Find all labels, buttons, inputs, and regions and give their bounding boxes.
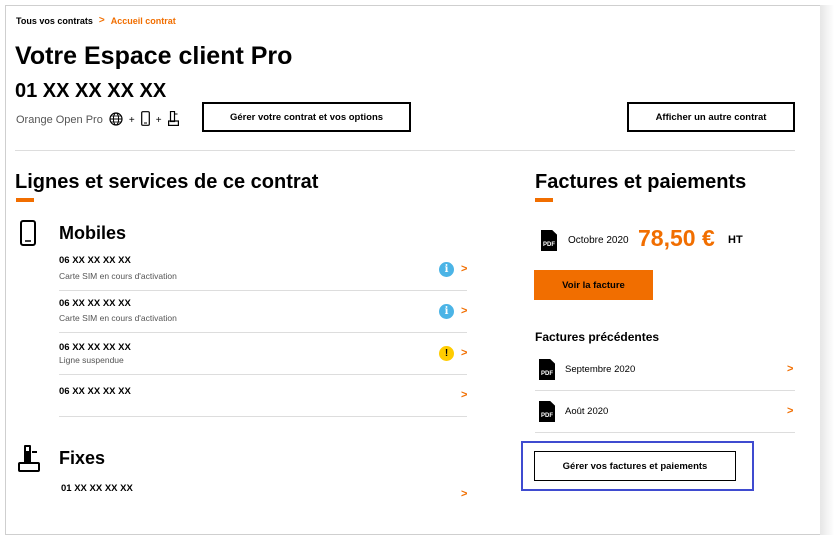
view-bill-button[interactable]: Voir la facture (534, 270, 653, 300)
chevron-right-icon: > (461, 305, 468, 317)
bills-section-title: Factures et paiements (535, 171, 747, 193)
mobile-icon (20, 220, 36, 251)
line-number: 06 XX XX XX XX (59, 342, 131, 353)
chevron-right-icon: > (461, 488, 468, 500)
bill-amount: 78,50 € (638, 225, 715, 251)
row-divider (59, 290, 467, 291)
title-accent (535, 198, 553, 202)
mobiles-heading: Mobiles (59, 223, 127, 243)
chevron-right-icon: > (787, 363, 794, 375)
line-status: Carte SIM en cours d'activation (59, 271, 177, 281)
row-divider (59, 374, 467, 375)
bill-month: Octobre 2020 (568, 235, 629, 246)
mobile-icon (140, 111, 150, 129)
row-divider (535, 390, 795, 391)
scroll-edge (820, 5, 834, 535)
chevron-right-icon: > (461, 389, 468, 401)
offer-info: Orange Open Pro + + (16, 110, 179, 129)
globe-icon (109, 111, 123, 129)
line-status: Ligne suspendue (59, 355, 124, 365)
fixed-phone-icon (18, 444, 40, 477)
fixes-heading: Fixes (59, 448, 106, 468)
title-accent (16, 198, 34, 202)
line-number: 06 XX XX XX XX (59, 386, 131, 397)
warning-icon: ! (439, 346, 454, 361)
line-number: 01 XX XX XX XX (61, 483, 133, 494)
breadcrumb: Tous vos contrats > Accueil contrat (16, 15, 176, 26)
fixed-phone-icon (167, 110, 179, 129)
pdf-icon: PDF (541, 230, 557, 251)
bill-tax-label: HT (728, 234, 743, 246)
section-divider (15, 150, 795, 151)
bill-month: Août 2020 (565, 406, 609, 417)
row-divider (535, 432, 795, 433)
chevron-right-icon: > (787, 405, 794, 417)
chevron-right-icon: > (98, 15, 105, 26)
contract-number: 01 XX XX XX XX (15, 80, 167, 102)
info-icon: i (439, 262, 454, 277)
lines-section-title: Lignes et services de ce contrat (15, 171, 319, 193)
page-title: Votre Espace client Pro (15, 42, 293, 70)
row-divider (59, 416, 467, 417)
breadcrumb-parent-link[interactable]: Tous vos contrats (16, 16, 93, 26)
chevron-right-icon: > (461, 263, 468, 275)
offer-name: Orange Open Pro (16, 114, 103, 126)
line-number: 06 XX XX XX XX (59, 255, 131, 266)
breadcrumb-current: Accueil contrat (110, 15, 176, 26)
other-contract-button[interactable]: Afficher un autre contrat (627, 102, 795, 132)
pdf-icon: PDF (539, 359, 555, 380)
line-status: Carte SIM en cours d'activation (59, 313, 177, 323)
pdf-icon: PDF (539, 401, 555, 422)
manage-contract-button[interactable]: Gérer votre contrat et vos options (202, 102, 411, 132)
row-divider (59, 332, 467, 333)
manage-bills-button[interactable]: Gérer vos factures et paiements (534, 451, 736, 481)
previous-bills-title: Factures précédentes (535, 330, 660, 344)
plus-sign: + (128, 114, 135, 126)
plus-sign: + (155, 114, 162, 126)
chevron-right-icon: > (461, 347, 468, 359)
line-number: 06 XX XX XX XX (59, 298, 131, 309)
bill-month: Septembre 2020 (565, 364, 636, 375)
info-icon: i (439, 304, 454, 319)
